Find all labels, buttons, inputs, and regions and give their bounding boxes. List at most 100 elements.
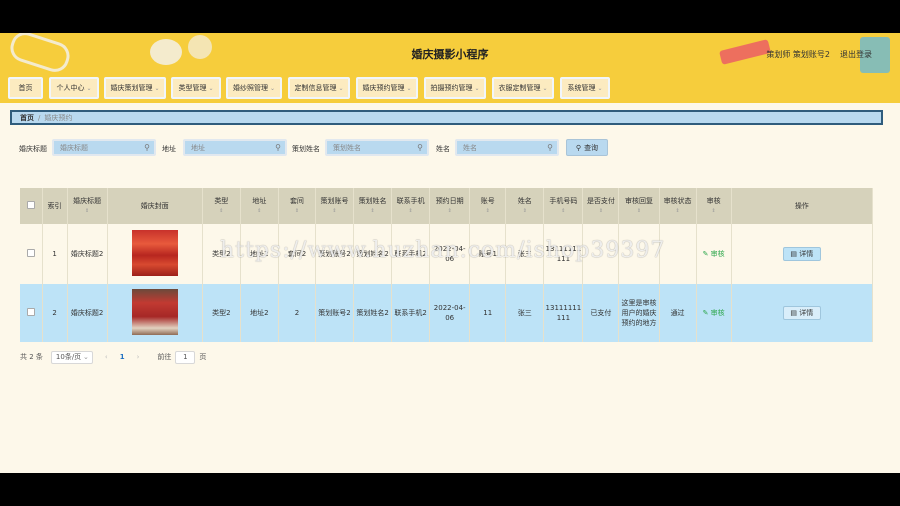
sort-icon[interactable]: ⇕ (316, 206, 353, 216)
row-select-cell[interactable] (20, 224, 43, 284)
col-header[interactable]: 预约日期 ⇕ (429, 188, 471, 224)
nav-wedding-planning[interactable]: 婚庆策划管理 ⌄ (104, 77, 166, 99)
col-header[interactable]: 审核 ⇕ (696, 188, 732, 224)
nav-wedding-photo[interactable]: 婚纱照管理 ⌄ (226, 77, 282, 99)
breadcrumb-current: 婚庆预约 (44, 113, 73, 122)
edit-icon: ✎ (702, 309, 709, 317)
cell-index: 1 (42, 224, 68, 284)
cell-mobile: 13111111111 (543, 284, 584, 342)
search-planner-input[interactable]: 策划姓名 ⚲ (325, 139, 429, 156)
cell-index: 2 (42, 284, 68, 342)
sort-icon[interactable]: ⇕ (430, 206, 469, 216)
col-header[interactable]: 账号 ⇕ (469, 188, 507, 224)
table-header-row: 索引 婚庆标题 ⇕ 婚庆封面 类型 ⇕ 地址 ⇕ 套间 ⇕ 策划账号 ⇕ 策划姓名 ⇕ 联系… (20, 188, 874, 224)
sort-icon[interactable]: ⇕ (354, 206, 391, 216)
cell-suite: 2 (278, 284, 316, 342)
nav-wedding-booking[interactable]: 婚庆预约管理 ⌄ (356, 77, 418, 99)
col-header[interactable]: 类型 ⇕ (202, 188, 241, 224)
chevron-down-icon: ⌄ (338, 84, 344, 92)
detail-button[interactable]: ▤ 详情 (782, 306, 821, 320)
goto-page-input[interactable]: 1 (175, 350, 196, 364)
col-header[interactable]: 套间 ⇕ (278, 188, 316, 224)
nav-shoot-booking[interactable]: 拍摄预约管理 ⌄ (424, 77, 486, 99)
cell-reply (618, 224, 660, 284)
logout-link[interactable]: 退出登录 (840, 49, 872, 60)
search-name-label: 姓名 (436, 145, 450, 153)
sort-icon[interactable]: ⇕ (506, 206, 543, 216)
next-page-icon[interactable]: › (137, 353, 140, 361)
table-row[interactable]: 1 婚庆标题2 类型2 地址2 套间2 策划账号2 策划姓名2 联系手机2 20… (20, 224, 874, 284)
cell-name: 张三 (505, 284, 545, 342)
sort-icon[interactable]: ⇕ (392, 206, 429, 216)
sort-icon[interactable]: ⇕ (68, 206, 107, 216)
edit-icon: ✎ (702, 250, 709, 258)
nav-system[interactable]: 系统管理 ⌄ (560, 77, 610, 99)
cell-paid (582, 224, 620, 284)
breadcrumb-home[interactable]: 首页 (20, 113, 34, 123)
row-checkbox[interactable] (26, 248, 35, 257)
search-button[interactable]: ⚲ 查询 (566, 139, 608, 156)
main-nav: 首页 个人中心 ⌄ 婚庆策划管理 ⌄ 类型管理 ⌄ 婚纱照管理 ⌄ 定制信息管理 ⌄ 婚庆… (0, 73, 900, 103)
nav-type-manage[interactable]: 类型管理 ⌄ (171, 77, 221, 99)
cell-cover (107, 224, 203, 284)
page-size-select[interactable]: 10条/页 ⌄ (50, 350, 93, 364)
nav-label: 个人中心 (56, 84, 85, 92)
row-select-cell[interactable] (20, 284, 43, 342)
cover-image (131, 229, 178, 276)
col-header[interactable]: 手机号码 ⇕ (543, 188, 584, 224)
cell-type: 类型2 (202, 284, 241, 342)
nav-clothes-custom[interactable]: 衣服定制管理 ⌄ (492, 77, 554, 99)
pagination: 共 2 条 10条/页 ⌄ ‹ 1 › 前往 1 页 (20, 350, 206, 364)
pagination-total: 共 2 条 (20, 353, 43, 361)
col-header[interactable]: 姓名 ⇕ (505, 188, 545, 224)
sort-icon[interactable]: ⇕ (583, 206, 618, 216)
search-button-label: 查询 (584, 143, 599, 152)
cell-reply: 这里是审核用户的婚庆预约的地方 (618, 284, 660, 342)
cell-phone: 联系手机2 (391, 224, 431, 284)
row-checkbox[interactable] (26, 307, 35, 316)
col-header[interactable]: 地址 ⇕ (240, 188, 279, 224)
search-name-placeholder: 姓名 (463, 143, 477, 152)
cell-phone: 联系手机2 (391, 284, 431, 342)
nav-custom-info[interactable]: 定制信息管理 ⌄ (288, 77, 350, 99)
sort-icon[interactable]: ⇕ (544, 206, 582, 216)
table-row[interactable]: 2 婚庆标题2 类型2 地址2 2 策划账号2 策划姓名2 联系手机2 2022… (20, 284, 874, 342)
sort-icon[interactable]: ⇕ (241, 206, 278, 216)
nav-label: 衣服定制管理 (498, 84, 541, 92)
page-number[interactable]: 1 (120, 353, 125, 361)
nav-home[interactable]: 首页 (8, 77, 43, 99)
col-header[interactable]: 联系手机 ⇕ (391, 188, 431, 224)
sort-icon[interactable]: ⇕ (697, 206, 731, 216)
review-link[interactable]: ✎ 审核 (703, 309, 725, 317)
nav-label: 系统管理 (567, 84, 596, 92)
search-title-input[interactable]: 婚庆标题 ⚲ (52, 139, 156, 156)
search-title-label: 婚庆标题 (19, 145, 47, 153)
nav-personal-center[interactable]: 个人中心 ⌄ (49, 77, 99, 99)
cell-type: 类型2 (202, 224, 241, 284)
sort-icon[interactable]: ⇕ (279, 206, 315, 216)
col-header[interactable]: 审核状态 ⇕ (659, 188, 697, 224)
col-header[interactable]: 审核回复 ⇕ (618, 188, 660, 224)
prev-page-icon[interactable]: ‹ (105, 353, 108, 361)
detail-button[interactable]: ▤ 详情 (782, 247, 821, 261)
booking-table: 索引 婚庆标题 ⇕ 婚庆封面 类型 ⇕ 地址 ⇕ 套间 ⇕ 策划账号 ⇕ 策划姓名 ⇕ 联系… (20, 188, 874, 342)
cell-name: 张三 (505, 224, 545, 284)
nav-label: 拍摄预约管理 (430, 84, 473, 92)
sort-icon[interactable]: ⇕ (470, 206, 505, 216)
col-header[interactable]: 策划姓名 ⇕ (353, 188, 393, 224)
select-all-cell[interactable] (20, 188, 43, 224)
review-link[interactable]: ✎ 审核 (703, 250, 725, 258)
select-all-checkbox[interactable] (26, 200, 35, 209)
search-address-input[interactable]: 地址 ⚲ (183, 139, 287, 156)
cover-image (131, 288, 178, 335)
col-header[interactable]: 是否支付 ⇕ (582, 188, 620, 224)
nav-label: 婚纱照管理 (232, 84, 268, 92)
col-header[interactable]: 策划账号 ⇕ (315, 188, 355, 224)
sort-icon[interactable]: ⇕ (203, 206, 240, 216)
col-header[interactable]: 婚庆标题 ⇕ (67, 188, 108, 224)
cell-address: 地址2 (240, 224, 279, 284)
sort-icon[interactable]: ⇕ (619, 206, 658, 216)
cell-address: 地址2 (240, 284, 279, 342)
sort-icon[interactable]: ⇕ (660, 206, 696, 216)
search-name-input[interactable]: 姓名 ⚲ (455, 139, 559, 156)
